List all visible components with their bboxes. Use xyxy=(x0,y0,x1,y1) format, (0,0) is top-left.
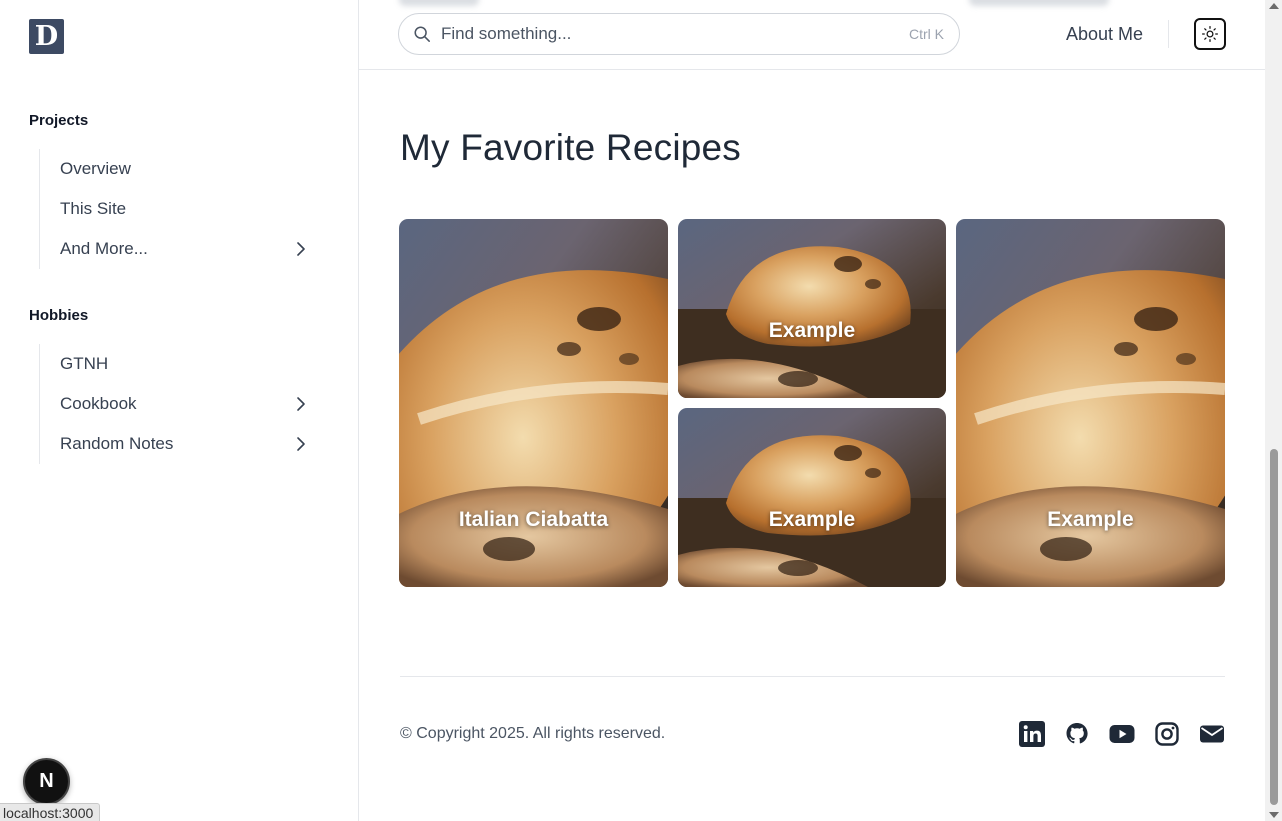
chevron-right-icon xyxy=(297,437,305,451)
sidebar-item-label: Random Notes xyxy=(60,434,174,453)
theme-toggle-button[interactable] xyxy=(1194,18,1226,50)
recipe-card-example[interactable]: Example xyxy=(956,219,1225,587)
sidebar-section-projects: Projects xyxy=(29,112,89,129)
recipe-card-italian-ciabatta[interactable]: Italian Ciabatta xyxy=(399,219,668,587)
search-icon xyxy=(414,26,430,42)
recipe-card-title: Example xyxy=(1047,508,1134,531)
scroll-down-arrow[interactable] xyxy=(1269,812,1279,818)
youtube-icon[interactable] xyxy=(1109,721,1135,747)
recipe-card-example[interactable]: Example xyxy=(678,219,946,398)
sidebar-item-label: Overview xyxy=(60,159,131,178)
bread-photo xyxy=(678,408,946,587)
page-title: My Favorite Recipes xyxy=(400,127,742,168)
mail-icon[interactable] xyxy=(1199,721,1225,747)
recipe-card-example[interactable]: Example xyxy=(678,408,946,587)
sidebar-item-and-more[interactable]: And More... xyxy=(40,229,319,269)
sidebar-item-this-site[interactable]: This Site xyxy=(40,189,319,229)
sidebar-group-hobbies: GTNH Cookbook Random Notes xyxy=(39,344,319,464)
header-divider xyxy=(1168,20,1169,48)
footer-copyright: © Copyright 2025. All rights reserved. xyxy=(400,725,666,742)
scroll-up-arrow[interactable] xyxy=(1269,3,1279,9)
chevron-right-icon xyxy=(297,397,305,411)
footer-divider xyxy=(400,676,1225,677)
scrolled-text-fragment xyxy=(969,0,1109,6)
bread-photo xyxy=(678,219,946,398)
sidebar-item-gtnh[interactable]: GTNH xyxy=(40,344,319,384)
sidebar-item-label: GTNH xyxy=(60,354,109,373)
sidebar-section-hobbies: Hobbies xyxy=(29,307,89,324)
sidebar-item-label: And More... xyxy=(60,239,148,258)
github-icon[interactable] xyxy=(1064,721,1090,747)
sidebar-group-projects: Overview This Site And More... xyxy=(39,149,319,269)
sidebar-item-random-notes[interactable]: Random Notes xyxy=(40,424,319,464)
status-bar-url: localhost:3000 xyxy=(0,803,101,821)
search-box[interactable]: Ctrl K xyxy=(398,13,960,55)
site-logo[interactable]: D xyxy=(29,19,64,54)
sidebar-item-label: This Site xyxy=(60,199,127,218)
page-scrollbar[interactable] xyxy=(1265,0,1282,821)
chevron-right-icon xyxy=(297,242,305,256)
nextjs-dev-badge[interactable]: N xyxy=(23,758,70,805)
sidebar-item-label: Cookbook xyxy=(60,394,137,413)
recipe-card-title: Example xyxy=(768,319,856,342)
sidebar-item-cookbook[interactable]: Cookbook xyxy=(40,384,319,424)
about-me-link[interactable]: About Me xyxy=(1066,24,1143,45)
linkedin-icon[interactable] xyxy=(1019,721,1045,747)
search-input[interactable] xyxy=(441,24,881,44)
recipe-card-title: Italian Ciabatta xyxy=(458,508,609,531)
sidebar-item-overview[interactable]: Overview xyxy=(40,149,319,189)
scrollbar-thumb[interactable] xyxy=(1270,449,1278,805)
recipe-card-title: Example xyxy=(768,508,856,531)
instagram-icon[interactable] xyxy=(1154,721,1180,747)
sun-icon xyxy=(1201,25,1219,43)
top-header: Ctrl K About Me xyxy=(359,0,1265,70)
sidebar: D Projects Overview This Site And More..… xyxy=(0,0,359,821)
search-shortcut-hint: Ctrl K xyxy=(909,26,944,42)
scrolled-text-fragment xyxy=(399,0,479,6)
